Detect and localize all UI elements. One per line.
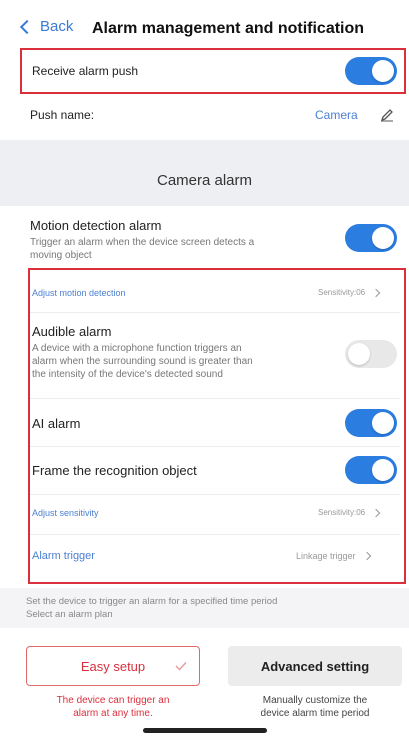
toggle-knob bbox=[372, 412, 394, 434]
easy-setup-caption-1: The device can trigger an bbox=[56, 695, 170, 706]
easy-setup-caption-2: alarm at any time. bbox=[73, 708, 153, 719]
ai-alarm-toggle[interactable] bbox=[345, 409, 397, 437]
easy-setup-caption: The device can trigger an alarm at any t… bbox=[26, 694, 200, 720]
adjust-sensitivity-row[interactable]: Adjust sensitivity Sensitivity:06 bbox=[0, 498, 409, 528]
alarm-plan-hint bbox=[0, 588, 409, 628]
audible-alarm-desc-2: alarm when the surrounding sound is grea… bbox=[32, 356, 253, 367]
adjust-sensitivity-value: Sensitivity:06 bbox=[318, 508, 381, 517]
push-name-label: Push name: bbox=[30, 108, 95, 122]
audible-alarm-desc-1: A device with a microphone function trig… bbox=[32, 343, 242, 354]
toggle-knob bbox=[372, 60, 394, 82]
camera-alarm-title: Camera alarm bbox=[156, 172, 253, 189]
divider bbox=[30, 494, 400, 495]
audible-alarm-desc-3: the intensity of the device's detected s… bbox=[32, 369, 223, 380]
alarm-trigger-label: Alarm trigger bbox=[32, 550, 95, 562]
motion-detection-desc-2: moving object bbox=[30, 250, 92, 261]
receive-push-toggle[interactable] bbox=[345, 57, 397, 85]
motion-detection-label: Motion detection alarm bbox=[30, 218, 162, 233]
plan-hint-line-1: Set the device to trigger an alarm for a… bbox=[26, 596, 278, 607]
chevron-right-icon bbox=[362, 551, 371, 561]
alarm-trigger-row[interactable]: Alarm trigger Linkage trigger bbox=[0, 540, 409, 572]
back-label: Back bbox=[40, 18, 74, 35]
divider bbox=[30, 534, 400, 535]
easy-setup-label: Easy setup bbox=[80, 658, 146, 674]
toggle-knob bbox=[372, 459, 394, 481]
audible-alarm-label: Audible alarm bbox=[32, 324, 112, 339]
ai-alarm-label: AI alarm bbox=[32, 415, 81, 431]
adjust-sensitivity-value-text: Sensitivity:06 bbox=[318, 508, 366, 517]
advanced-setting-caption-1: Manually customize the bbox=[262, 695, 368, 706]
pencil-icon[interactable] bbox=[380, 108, 394, 122]
divider bbox=[30, 398, 400, 399]
audible-alarm-row: Audible alarm A device with a microphone… bbox=[0, 318, 409, 388]
check-icon bbox=[175, 662, 187, 671]
adjust-motion-label: Adjust motion detection bbox=[32, 288, 126, 298]
toggle-knob bbox=[372, 227, 394, 249]
frame-object-label: Frame the recognition object bbox=[32, 462, 197, 478]
adjust-motion-value-text: Sensitivity:06 bbox=[318, 288, 366, 297]
back-button[interactable]: Back bbox=[19, 18, 74, 35]
audible-alarm-toggle[interactable] bbox=[345, 340, 397, 368]
plan-hint-line-2: Select an alarm plan bbox=[26, 609, 113, 620]
easy-setup-button[interactable]: Easy setup bbox=[26, 646, 200, 686]
page-title: Alarm management and notification bbox=[92, 20, 365, 37]
motion-detection-desc-1: Trigger an alarm when the device screen … bbox=[30, 237, 255, 248]
advanced-setting-button[interactable]: Advanced setting bbox=[228, 646, 402, 686]
toggle-knob bbox=[348, 343, 370, 365]
home-indicator bbox=[143, 728, 267, 733]
push-name-row[interactable]: Push name: Camera bbox=[0, 100, 409, 130]
chevron-right-icon bbox=[371, 508, 381, 517]
motion-detection-row: Motion detection alarm Trigger an alarm … bbox=[0, 210, 409, 266]
advanced-setting-caption: Manually customize the device alarm time… bbox=[228, 694, 402, 720]
receive-push-row: Receive alarm push bbox=[0, 52, 409, 90]
alarm-trigger-value: Linkage trigger bbox=[296, 551, 371, 561]
push-name-value: Camera bbox=[315, 108, 358, 122]
frame-object-row: Frame the recognition object bbox=[0, 452, 409, 488]
adjust-sensitivity-label: Adjust sensitivity bbox=[32, 508, 99, 518]
chevron-left-icon bbox=[19, 19, 35, 34]
motion-detection-toggle[interactable] bbox=[345, 224, 397, 252]
advanced-setting-caption-2: device alarm time period bbox=[260, 708, 370, 719]
divider bbox=[30, 446, 400, 447]
advanced-setting-label: Advanced setting bbox=[260, 658, 370, 674]
alarm-trigger-value-text: Linkage trigger bbox=[296, 551, 356, 561]
adjust-motion-row[interactable]: Adjust motion detection Sensitivity:06 bbox=[0, 278, 409, 308]
ai-alarm-row: AI alarm bbox=[0, 405, 409, 441]
adjust-motion-value: Sensitivity:06 bbox=[318, 288, 381, 297]
receive-push-label: Receive alarm push bbox=[32, 64, 139, 78]
chevron-right-icon bbox=[371, 288, 381, 297]
frame-object-toggle[interactable] bbox=[345, 456, 397, 484]
divider bbox=[30, 312, 400, 313]
